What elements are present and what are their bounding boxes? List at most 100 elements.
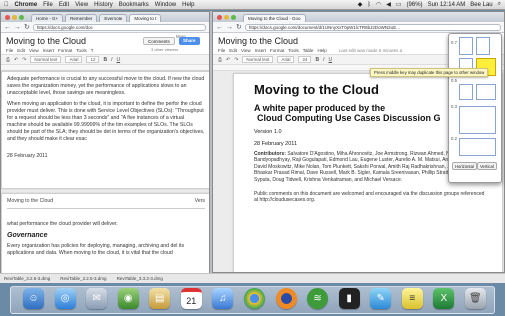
governance-heading[interactable]: Governance (2, 232, 209, 239)
doc-menu-table[interactable]: T (91, 48, 94, 53)
other-viewers[interactable]: 3 other viewers (151, 47, 178, 52)
firefox-icon[interactable] (275, 288, 297, 309)
size-select[interactable]: 12 (86, 56, 100, 63)
menu-view[interactable]: View (75, 2, 88, 8)
right-url-field[interactable]: https://docs.google.com/document/d/1UNny… (244, 23, 501, 31)
doc-menu-insert[interactable]: Insert (43, 48, 54, 53)
doc-menu-file[interactable]: File (218, 48, 225, 53)
menu-app-name[interactable]: Chrome (15, 2, 38, 8)
bold-icon[interactable]: B (103, 57, 107, 63)
zoom-icon[interactable] (231, 15, 236, 20)
doc-menu-table[interactable]: Table (303, 48, 314, 53)
tab-evernote[interactable]: Evernote (99, 14, 128, 22)
doc-menu-view[interactable]: View (29, 48, 39, 53)
italic-icon[interactable]: I (323, 57, 324, 63)
doc-menu-edit[interactable]: Edit (229, 48, 237, 53)
doc-menu-file[interactable]: File (6, 48, 13, 53)
menu-window[interactable]: Window (155, 2, 176, 8)
terminal-icon[interactable]: ▮ (338, 288, 360, 309)
spotlight-icon[interactable]: ⌕ (498, 1, 501, 8)
comments-note[interactable]: Public comments on this document are wel… (254, 191, 486, 204)
underline-icon[interactable]: U (328, 57, 332, 63)
minimize-icon[interactable] (12, 15, 17, 20)
menu-file[interactable]: File (43, 2, 53, 8)
doc-menu-format[interactable]: Format (270, 48, 284, 53)
font-select[interactable]: Arial (277, 56, 295, 63)
itunes-icon[interactable]: ♫ (212, 288, 234, 309)
doc-menu-help[interactable]: Help (318, 48, 327, 53)
calendar-icon[interactable]: 21 (180, 288, 202, 309)
close-icon[interactable] (217, 15, 222, 20)
safari-icon[interactable]: ◎ (54, 288, 76, 309)
apple-icon[interactable]:  (4, 2, 9, 8)
underline-icon[interactable]: U (116, 57, 120, 63)
tab-remember[interactable]: Remember (65, 14, 98, 22)
vertical-button[interactable]: Vertical (477, 162, 497, 170)
undo-icon[interactable]: ↶ (14, 57, 18, 63)
layout-cell[interactable] (476, 37, 490, 55)
tab-moving-to-cloud-right[interactable]: Moving to the Cloud - Goo (243, 14, 306, 22)
bluetooth-icon[interactable]: ᛒ (367, 2, 371, 8)
forward-icon[interactable]: → (226, 24, 233, 31)
photo-icon[interactable]: ◉ (117, 288, 139, 309)
doc-menu-insert[interactable]: Insert (255, 48, 266, 53)
governance-text[interactable]: Every organization has policies for depl… (2, 243, 209, 257)
tab-moving-to-cloud[interactable]: Moving to t (129, 14, 162, 22)
menu-edit[interactable]: Edit (59, 2, 69, 8)
trash-icon[interactable]: 🗑 (464, 288, 486, 309)
last-edit-note[interactable]: Last edit was made 5 minutes a (339, 48, 402, 53)
reload-icon[interactable]: ↻ (236, 23, 242, 31)
close-icon[interactable] (5, 15, 10, 20)
notes-icon[interactable]: ≡ (401, 288, 423, 309)
doc-menu-view[interactable]: View (241, 48, 251, 53)
preview-icon[interactable]: ▤ (149, 288, 171, 309)
print-icon[interactable]: ⎙ (218, 57, 222, 63)
comments-button[interactable]: Comments (143, 37, 175, 45)
left-url-field[interactable]: https://docs.google.com/doc (32, 23, 206, 31)
menu-bookmarks[interactable]: Bookmarks (119, 2, 149, 8)
menu-history[interactable]: History (94, 2, 113, 8)
spotify-icon[interactable]: ≋ (307, 288, 329, 309)
download-item[interactable]: ReviTable_3.2.6-3.dmg (4, 276, 50, 281)
style-select[interactable]: Normal text (242, 56, 274, 63)
forward-icon[interactable]: → (14, 24, 21, 31)
doc-menu-tools[interactable]: Tools (76, 48, 87, 53)
download-item[interactable]: ReviTable_3.2.5-3.dmg (60, 276, 106, 281)
download-item[interactable]: ReviTable_3.3.2-3.dmg (117, 276, 163, 281)
layout-cell[interactable] (476, 84, 496, 100)
clock[interactable]: Sun 12:14 AM (428, 2, 466, 8)
back-icon[interactable]: ← (216, 24, 223, 31)
tab-home[interactable]: Home - G+ (31, 14, 64, 22)
layout-cell[interactable] (459, 106, 496, 134)
chrome-icon[interactable] (243, 288, 265, 309)
reload-icon[interactable]: ↻ (24, 23, 30, 31)
battery-icon[interactable]: ▭ (396, 1, 402, 8)
redo-icon[interactable]: ↷ (22, 57, 26, 63)
zoom-icon[interactable] (19, 15, 24, 20)
volume-icon[interactable]: ◀ (386, 1, 391, 8)
redo-icon[interactable]: ↷ (234, 57, 238, 63)
print-icon[interactable]: ⎙ (6, 57, 10, 63)
doc-menu-tools[interactable]: Tools (288, 48, 299, 53)
left-paragraph-2[interactable]: When moving an application to the cloud,… (2, 101, 209, 143)
mail-icon[interactable]: ✉ (86, 288, 108, 309)
bold-icon[interactable]: B (315, 57, 319, 63)
font-select[interactable]: Arial (65, 56, 83, 63)
horizontal-button[interactable]: Horizontal (452, 162, 477, 170)
dropbox-icon[interactable]: ◆ (358, 1, 363, 8)
menu-help[interactable]: Help (182, 2, 194, 8)
layout-cell[interactable] (459, 37, 473, 55)
back-icon[interactable]: ← (4, 24, 11, 31)
layout-cell[interactable] (459, 84, 473, 100)
left-date[interactable]: 28 February 2011 (2, 153, 209, 160)
page-2-text[interactable]: what performance the cloud provider will… (2, 221, 209, 228)
wifi-icon[interactable]: ◠ (376, 1, 381, 8)
user-name[interactable]: Bee Lau (470, 2, 492, 8)
doc-menu-edit[interactable]: Edit (17, 48, 25, 53)
excel-icon[interactable]: X (433, 288, 455, 309)
left-paragraph-1[interactable]: Adequate performance is crucial to any s… (2, 76, 209, 97)
messages-icon[interactable]: ✎ (370, 288, 392, 309)
italic-icon[interactable]: I (111, 57, 112, 63)
finder-icon[interactable]: ☺ (23, 288, 44, 309)
doc-menu-format[interactable]: Format (58, 48, 72, 53)
